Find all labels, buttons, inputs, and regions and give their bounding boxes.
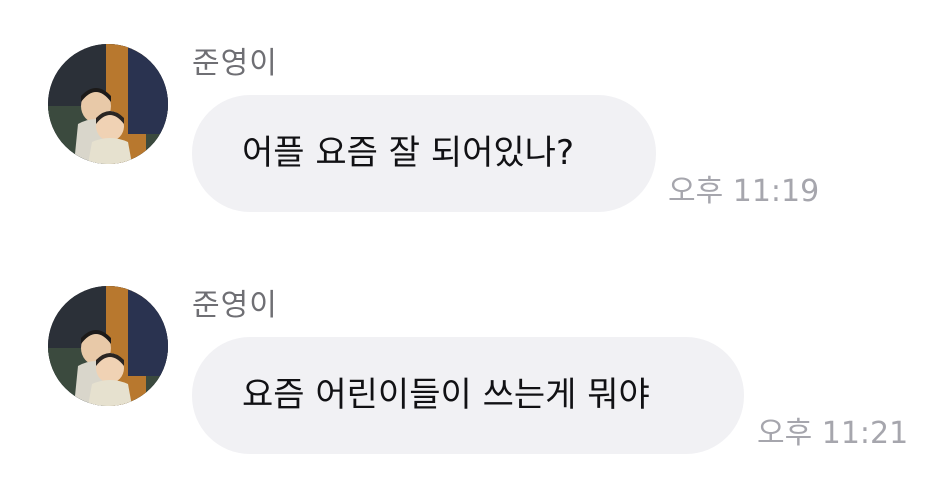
avatar-photo <box>48 44 168 164</box>
chat-message: 준영이 어플 요즘 잘 되어있나? 오후 11:19 <box>0 0 939 212</box>
chat-message: 준영이 요즘 어린이들이 쓰는게 뭐야 오후 11:21 <box>0 242 939 454</box>
avatar-photo <box>48 286 168 406</box>
avatar[interactable] <box>48 44 168 164</box>
sender-name: 준영이 <box>192 46 278 81</box>
message-bubble[interactable]: 어플 요즘 잘 되어있나? <box>192 95 656 212</box>
avatar[interactable] <box>48 286 168 406</box>
sender-name: 준영이 <box>192 288 278 323</box>
message-timestamp: 오후 11:19 <box>668 174 820 209</box>
message-timestamp: 오후 11:21 <box>757 416 909 451</box>
message-bubble[interactable]: 요즘 어린이들이 쓰는게 뭐야 <box>192 337 744 454</box>
